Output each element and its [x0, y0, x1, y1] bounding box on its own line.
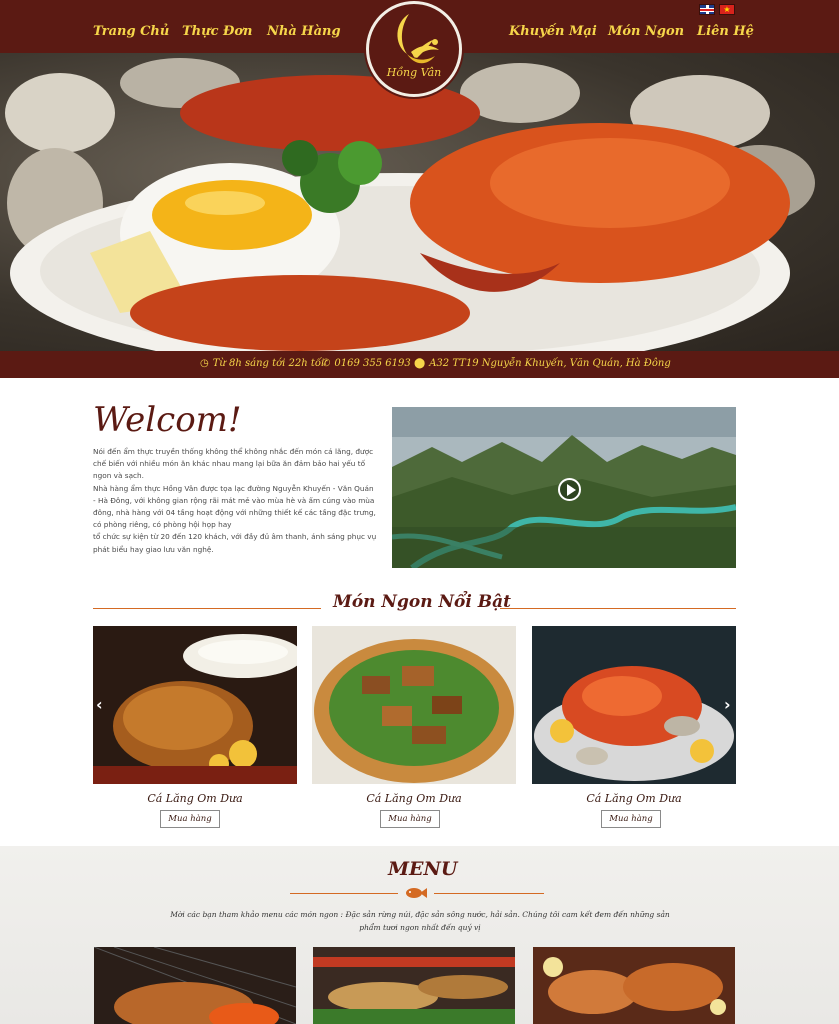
contact-info-bar: ◷ Từ 8h sáng tới 22h tối ✆ 0169 355 6193…: [0, 351, 839, 378]
nav-item-promotions[interactable]: Khuyến Mại: [509, 24, 597, 39]
play-icon[interactable]: [558, 478, 581, 501]
buy-button[interactable]: Mua hàng: [601, 810, 661, 828]
menu-dish-image[interactable]: [94, 947, 296, 1024]
welcome-paragraph: Nói đến ẩm thực truyền thống không thể k…: [93, 447, 374, 481]
grilled-meat-photo: [312, 626, 516, 784]
buy-button[interactable]: Mua hàng: [160, 810, 220, 828]
english-flag-icon[interactable]: [699, 4, 715, 15]
section-divider-right: [500, 608, 736, 609]
featured-dish-image[interactable]: [532, 626, 736, 784]
featured-dish-name[interactable]: Cá Lăng Om Dưa: [532, 792, 736, 805]
section-divider-left: [93, 608, 321, 609]
grilled-squid-photo: [533, 947, 735, 1024]
chevron-left-icon[interactable]: ‹: [96, 695, 103, 714]
menu-dish-image[interactable]: [533, 947, 735, 1024]
grilled-fish-photo: [313, 947, 515, 1024]
map-pin-icon: ⬤: [414, 358, 426, 369]
bbq-grill-photo: [94, 947, 296, 1024]
chevron-right-icon[interactable]: ›: [724, 695, 731, 714]
lobster-platter-illustration: [5, 58, 815, 351]
featured-dish-name[interactable]: Cá Lăng Om Dưa: [93, 792, 297, 805]
opening-hours: ◷ Từ 8h sáng tới 22h tối: [200, 358, 324, 369]
nav-item-specialties[interactable]: Món Ngon: [608, 24, 684, 39]
seafood-platter-photo: [532, 626, 736, 784]
featured-section-title: Món Ngon Nổi Bật: [333, 592, 511, 612]
welcome-heading: Welcom!: [93, 400, 242, 440]
clock-icon: ◷: [200, 358, 209, 369]
opening-hours-text: Từ 8h sáng tới 22h tối: [212, 358, 325, 369]
buy-button[interactable]: Mua hàng: [380, 810, 440, 828]
nav-item-restaurant[interactable]: Nhà Hàng: [267, 24, 341, 39]
featured-dish-image[interactable]: [93, 626, 297, 784]
logo-text: Hồng Vân: [386, 66, 442, 79]
fish-icon: [406, 888, 427, 898]
site-logo[interactable]: Hồng Vân: [366, 1, 462, 97]
address-text: A32 TT19 Nguyễn Khuyến, Văn Quán, Hà Đôn…: [429, 358, 671, 369]
menu-description: Mời các bạn tham khảo menu các món ngon …: [170, 910, 670, 932]
roast-chicken-photo: [93, 626, 297, 784]
welcome-description: Nói đến ẩm thực truyền thống không thể k…: [93, 446, 378, 556]
nav-item-home[interactable]: Trang Chủ: [93, 24, 169, 39]
menu-divider-right: [434, 893, 544, 894]
vietnam-flag-icon[interactable]: ★: [719, 4, 735, 15]
language-switcher: ★: [699, 4, 735, 15]
phone-number-text: 0169 355 6193: [334, 358, 411, 369]
phone-number[interactable]: ✆ 0169 355 6193: [322, 358, 411, 369]
menu-divider-left: [290, 893, 398, 894]
nav-item-menu[interactable]: Thực Đơn: [182, 24, 253, 39]
featured-dish-name[interactable]: Cá Lăng Om Dưa: [312, 792, 516, 805]
welcome-paragraph: tổ chức sự kiện từ 20 đến 120 khách, với…: [93, 532, 377, 554]
welcome-paragraph: Nhà hàng ẩm thực Hồng Vân được tọa lạc đ…: [93, 483, 376, 530]
phone-icon: ✆: [322, 358, 331, 369]
nav-item-contact[interactable]: Liên Hệ: [697, 24, 754, 39]
menu-section-title: MENU: [388, 858, 458, 880]
address: ⬤ A32 TT19 Nguyễn Khuyến, Văn Quán, Hà Đ…: [414, 358, 671, 369]
hero-banner-image: [0, 53, 839, 351]
phoenix-logo-icon: [397, 14, 439, 64]
menu-dish-image[interactable]: [313, 947, 515, 1024]
featured-dish-image[interactable]: [312, 626, 516, 784]
